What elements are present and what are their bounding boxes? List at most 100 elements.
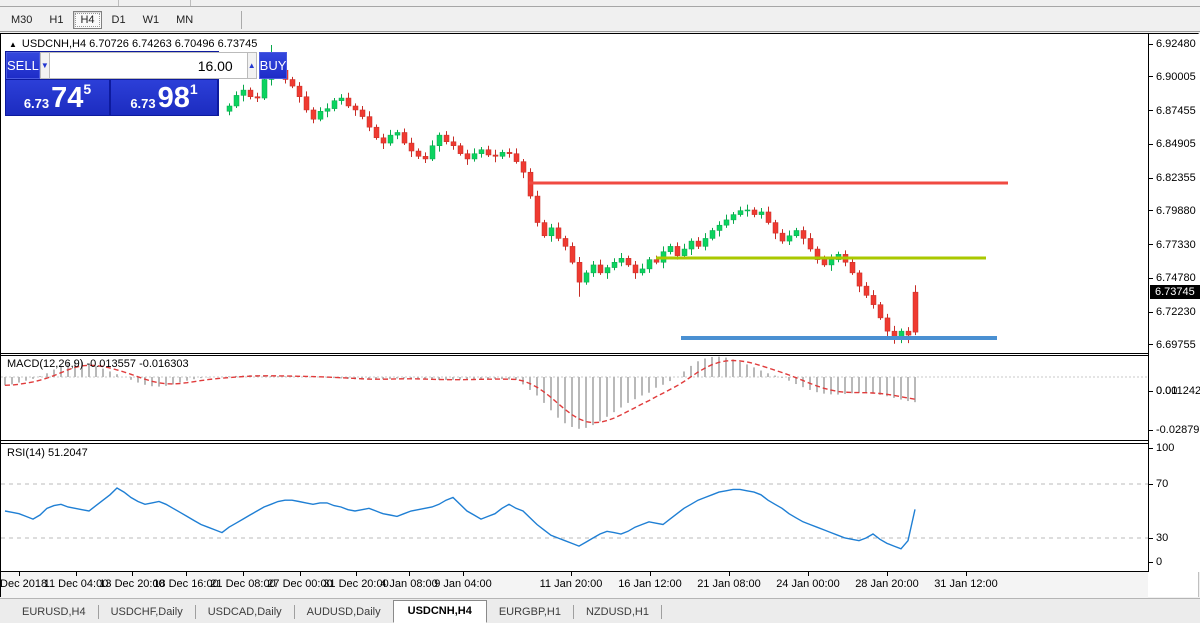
price-axis-label: 6.92480	[1156, 38, 1196, 50]
buy-price-main: 98	[158, 84, 190, 113]
timeframe-button-m30[interactable]: M30	[4, 11, 39, 29]
macd-axis-label: -0.028797	[1156, 424, 1200, 436]
price-axis-label: 6.69755	[1156, 339, 1196, 351]
time-axis-tick	[463, 572, 464, 576]
tab-usdcnh-h4[interactable]: USDCNH,H4	[393, 600, 487, 623]
sell-price-main: 74	[51, 84, 83, 113]
timeframe-button-h1[interactable]: H1	[42, 11, 70, 29]
price-axis-tick	[1149, 312, 1153, 313]
price-axis-label: 6.72230	[1156, 306, 1196, 318]
price-axis-tick	[1149, 76, 1153, 77]
buy-price-pip: 1	[190, 82, 198, 96]
current-price-tag: 6.73745	[1150, 285, 1200, 299]
macd-axis-tick	[1149, 391, 1153, 392]
time-axis-label: 31 Dec 20:00	[323, 578, 388, 590]
time-axis-tick	[356, 572, 357, 576]
chart-tabs-bar: EURUSD,H4USDCHF,DailyUSDCAD,DailyAUDUSD,…	[0, 598, 1200, 623]
tab-nzdusd-h1[interactable]: NZDUSD,H1	[574, 602, 661, 623]
timeframe-button-h4[interactable]: H4	[73, 11, 101, 29]
buy-price-button[interactable]: 6.73 98 1	[111, 80, 217, 115]
time-axis-tick	[132, 572, 133, 576]
rsi-axis-tick	[1149, 562, 1153, 563]
timeframe-toolbar: M30H1H4D1W1MN	[0, 8, 1200, 32]
rsi-indicator-label: RSI(14) 51.2047	[7, 447, 88, 459]
top-toolbar-strip	[0, 0, 1200, 7]
time-axis-tick	[966, 572, 967, 576]
chart-title-ohlc: USDCNH,H4 6.70726 6.74263 6.70496 6.7374…	[22, 38, 257, 50]
timeframe-button-w1[interactable]: W1	[136, 11, 167, 29]
price-axis-tick	[1149, 44, 1153, 45]
tab-audusd-daily[interactable]: AUDUSD,Daily	[295, 602, 393, 623]
time-axis-label: 28 Jan 20:00	[855, 578, 919, 590]
time-axis-tick	[650, 572, 651, 576]
tab-eurusd-h4[interactable]: EURUSD,H4	[10, 602, 98, 623]
time-axis-tick	[76, 572, 77, 576]
volume-increase-button[interactable]: ▲	[247, 52, 257, 79]
buy-button[interactable]: BUY	[259, 52, 288, 79]
time-axis-label: 21 Dec 08:00	[210, 578, 275, 590]
price-axis-label: 6.87455	[1156, 105, 1196, 117]
rsi-axis-label: 100	[1156, 442, 1174, 454]
sell-price-pip: 5	[83, 82, 91, 96]
price-axis-label: 6.74780	[1156, 272, 1196, 284]
macd-axis-label: 0.00	[1156, 385, 1177, 397]
price-axis-tick	[1149, 210, 1153, 211]
time-axis-tick	[243, 572, 244, 576]
rsi-axis-label: 0	[1156, 556, 1162, 568]
rsi-axis-tick	[1149, 484, 1153, 485]
price-axis-tick	[1149, 244, 1153, 245]
tab-separator	[661, 605, 662, 619]
sell-button[interactable]: SELL	[6, 52, 40, 79]
collapse-chart-icon[interactable]: ▲	[9, 40, 17, 49]
price-axis-tick	[1149, 344, 1153, 345]
price-axis-tick	[1149, 278, 1153, 279]
time-axis-tick	[729, 572, 730, 576]
volume-decrease-button[interactable]: ▼	[40, 52, 50, 79]
price-axis-label: 6.84905	[1156, 138, 1196, 150]
time-axis-label: 5 Dec 2018	[0, 578, 47, 590]
price-axis-label: 6.79880	[1156, 205, 1196, 217]
buy-price-prefix: 6.73	[130, 95, 155, 113]
time-axis-tick	[887, 572, 888, 576]
time-axis-label: 9 Jan 04:00	[434, 578, 492, 590]
sell-price-button[interactable]: 6.73 74 5	[6, 80, 109, 115]
price-axis[interactable]: 6.92480 6.90005 6.87455 6.84905 6.82355 6.798…	[1148, 34, 1200, 572]
macd-indicator-label: MACD(12,26,9) -0.013557 -0.016303	[7, 358, 189, 370]
price-axis-tick	[1149, 110, 1153, 111]
tab-usdchf-daily[interactable]: USDCHF,Daily	[99, 602, 195, 623]
rsi-axis-tick	[1149, 538, 1153, 539]
toolbar-separator	[190, 0, 191, 6]
tab-eurgbp-h1[interactable]: EURGBP,H1	[487, 602, 573, 623]
sell-price-prefix: 6.73	[24, 95, 49, 113]
time-axis-tick	[300, 572, 301, 576]
price-axis-label: 6.82355	[1156, 172, 1196, 184]
time-axis-tick	[808, 572, 809, 576]
price-axis-label: 6.77330	[1156, 239, 1196, 251]
time-axis[interactable]: 5 Dec 201811 Dec 04:0013 Dec 20:0018 Dec…	[1, 572, 1148, 598]
timeframe-button-mn[interactable]: MN	[169, 11, 200, 29]
time-axis-tick	[409, 572, 410, 576]
rsi-axis-label: 70	[1156, 478, 1168, 490]
price-axis-label: 6.90005	[1156, 71, 1196, 83]
time-axis-tick	[186, 572, 187, 576]
time-axis-tick	[571, 572, 572, 576]
time-axis-label: 11 Jan 20:00	[540, 578, 603, 590]
price-axis-tick	[1149, 144, 1153, 145]
time-axis-label: 31 Jan 12:00	[934, 578, 998, 590]
chart-window[interactable]: ▲ USDCNH,H4 6.70726 6.74263 6.70496 6.737…	[0, 33, 1199, 597]
toolbar-separator	[118, 0, 119, 6]
tab-usdcad-daily[interactable]: USDCAD,Daily	[196, 602, 294, 623]
volume-input[interactable]	[50, 52, 247, 79]
rsi-axis-tick	[1149, 448, 1153, 449]
timeframe-button-d1[interactable]: D1	[105, 11, 133, 29]
time-axis-tick	[19, 572, 20, 576]
one-click-trade-panel: SELL ▼ ▲ BUY 6.73 74 5 6.73 98 1	[5, 51, 219, 116]
macd-axis-tick	[1149, 430, 1153, 431]
rsi-plot[interactable]	[1, 444, 1148, 571]
time-axis-label: 4 Jan 08:00	[380, 578, 438, 590]
price-axis-tick	[1149, 178, 1153, 179]
time-axis-label: 24 Jan 00:00	[776, 578, 840, 590]
chart-header: ▲ USDCNH,H4 6.70726 6.74263 6.70496 6.737…	[9, 38, 257, 50]
time-axis-label: 21 Jan 08:00	[697, 578, 761, 590]
toolbar-separator	[241, 11, 242, 29]
